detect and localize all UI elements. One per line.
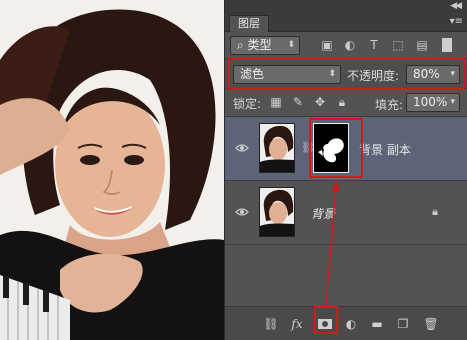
portrait-image bbox=[0, 0, 224, 340]
portrait-photo bbox=[0, 0, 224, 340]
annotation-arrow bbox=[325, 180, 340, 307]
layers-panel: ◀◀ 图层 ▾≡ ⌕ 类型 ⬍ ▣ ◐ T ⬚ ▤ 滤色 ⬍ 不透明度: 80%… bbox=[224, 0, 467, 340]
